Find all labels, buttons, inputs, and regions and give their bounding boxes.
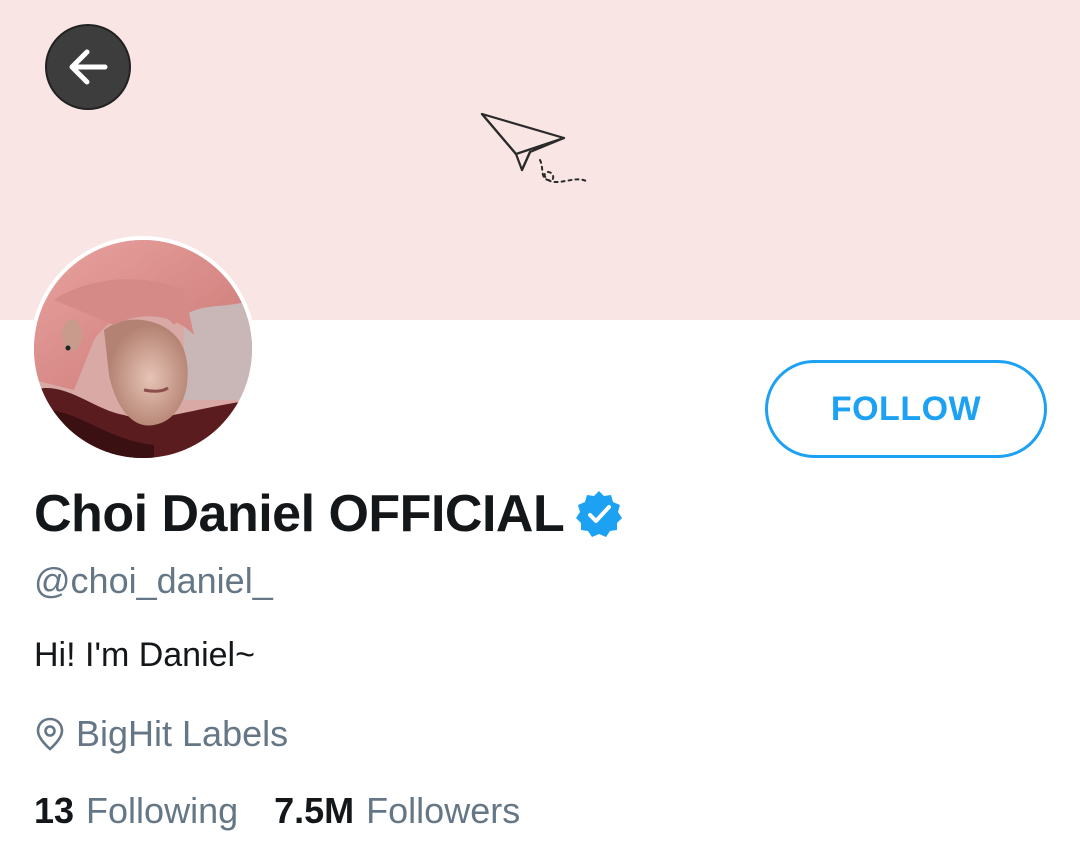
profile-handle: @choi_daniel_ xyxy=(34,560,273,601)
follow-stats: 13 Following 7.5M Followers xyxy=(34,790,520,836)
following-link[interactable]: 13 Following xyxy=(34,790,238,832)
following-label: Following xyxy=(86,790,239,831)
followers-label: Followers xyxy=(366,790,521,831)
verified-badge-icon xyxy=(576,491,623,537)
avatar[interactable] xyxy=(30,236,256,462)
following-count: 13 xyxy=(34,790,75,831)
followers-count: 7.5M xyxy=(274,790,355,831)
display-name-row: Choi Daniel OFFICIAL xyxy=(34,482,624,546)
profile-page: FOLLOW Choi Daniel OFFICIAL @choi_daniel… xyxy=(0,0,1080,861)
profile-location: BigHit Labels xyxy=(34,712,288,756)
profile-bio: Hi! I'm Daniel~ xyxy=(34,636,255,674)
follow-button[interactable]: FOLLOW xyxy=(765,360,1047,458)
paper-plane-icon xyxy=(480,112,589,184)
avatar-photo xyxy=(34,240,252,458)
back-button[interactable] xyxy=(45,24,131,110)
display-name: Choi Daniel OFFICIAL xyxy=(34,485,565,543)
location-text: BigHit Labels xyxy=(76,713,289,754)
arrow-left-icon xyxy=(69,49,108,85)
follow-button-label: FOLLOW xyxy=(830,389,982,428)
followers-link[interactable]: 7.5M Followers xyxy=(274,790,520,832)
location-pin-icon xyxy=(36,717,64,751)
